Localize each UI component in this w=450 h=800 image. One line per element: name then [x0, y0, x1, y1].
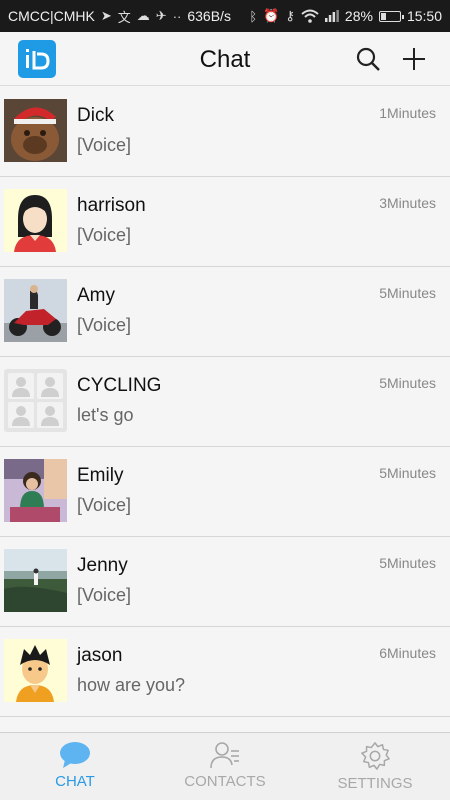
- gear-icon: [361, 742, 390, 770]
- timestamp: 5Minutes: [379, 375, 436, 391]
- bottom-tab-bar: CHAT CONTACTS SETTINGS: [0, 732, 450, 800]
- last-message: [Voice]: [77, 315, 132, 335]
- contact-name: harrison: [77, 195, 146, 216]
- cloud-icon: ☁: [136, 8, 150, 23]
- chat-row-jason[interactable]: jason how are you? 6Minutes: [0, 627, 450, 717]
- group-avatar-icon: [4, 369, 67, 432]
- tab-label: CHAT: [55, 773, 95, 790]
- avatar-landscape-photo: [4, 549, 67, 612]
- key-icon: ⚷: [285, 8, 295, 23]
- last-message: [Voice]: [77, 495, 132, 515]
- timestamp: 3Minutes: [379, 195, 436, 211]
- search-icon: [356, 47, 380, 71]
- contact-name: jason: [77, 645, 123, 666]
- chat-row-jenny[interactable]: Jenny [Voice] 5Minutes: [0, 537, 450, 627]
- last-message: how are you?: [77, 675, 186, 695]
- translate-icon: 文: [117, 9, 131, 25]
- chat-list[interactable]: Dick [Voice] 1Minutes harrison [Voice] 3…: [0, 87, 450, 732]
- last-message: [Voice]: [77, 585, 132, 605]
- contact-name: Amy: [77, 285, 115, 306]
- chat-row-emily[interactable]: Emily [Voice] 5Minutes: [0, 447, 450, 537]
- contact-name: Jenny: [77, 555, 128, 576]
- tab-chat[interactable]: CHAT: [0, 733, 150, 800]
- avatar-child-photo: [4, 459, 67, 522]
- signal-icon: [324, 10, 339, 22]
- carrier-label: CMCC|CMHK: [8, 8, 95, 24]
- last-message: [Voice]: [77, 135, 132, 155]
- app-header: Chat: [0, 32, 450, 86]
- tab-settings[interactable]: SETTINGS: [300, 733, 450, 800]
- location-icon: ➤: [100, 8, 112, 23]
- tab-label: SETTINGS: [337, 775, 413, 792]
- wifi-icon: [301, 9, 319, 23]
- contacts-icon: [210, 742, 239, 769]
- contact-name: Dick: [77, 105, 114, 126]
- chat-row-harrison[interactable]: harrison [Voice] 3Minutes: [0, 177, 450, 267]
- chat-row-amy[interactable]: Amy [Voice] 5Minutes: [0, 267, 450, 357]
- avatar-girl-cartoon: [4, 189, 67, 252]
- timestamp: 6Minutes: [379, 645, 436, 661]
- battery-percent: 28%: [344, 8, 373, 24]
- chat-bubble-icon: [60, 742, 90, 768]
- timestamp: 1Minutes: [379, 105, 436, 121]
- plus-icon: [403, 48, 425, 70]
- add-button[interactable]: [397, 42, 431, 76]
- contact-name: CYCLING: [77, 375, 162, 396]
- alarm-icon: ⏰: [263, 8, 280, 23]
- tab-contacts[interactable]: CONTACTS: [150, 733, 300, 800]
- more-dots-icon: ··: [172, 8, 182, 24]
- bluetooth-icon: ᛒ: [249, 8, 258, 24]
- avatar-boy-cartoon: [4, 639, 67, 702]
- last-message: let's go: [77, 405, 134, 425]
- search-button[interactable]: [351, 42, 385, 76]
- avatar-motorcycle-photo: [4, 279, 67, 342]
- last-message: [Voice]: [77, 225, 132, 245]
- timestamp: 5Minutes: [379, 465, 436, 481]
- battery-icon: [378, 10, 404, 22]
- chat-row-dick[interactable]: Dick [Voice] 1Minutes: [0, 87, 450, 177]
- clock: 15:50: [406, 8, 442, 24]
- timestamp: 5Minutes: [379, 285, 436, 301]
- avatar-dog-photo: [4, 99, 67, 162]
- status-bar: CMCC|CMHK ➤ 文 ☁ ✈ ·· 636B/s ᛒ ⏰ ⚷ 28% 15…: [0, 0, 450, 32]
- tab-label: CONTACTS: [184, 773, 266, 790]
- contact-name: Emily: [77, 465, 124, 486]
- timestamp: 5Minutes: [379, 555, 436, 571]
- send-icon: ✈: [155, 8, 167, 23]
- chat-row-cycling[interactable]: CYCLING let's go 5Minutes: [0, 357, 450, 447]
- net-speed: 636B/s: [187, 8, 231, 24]
